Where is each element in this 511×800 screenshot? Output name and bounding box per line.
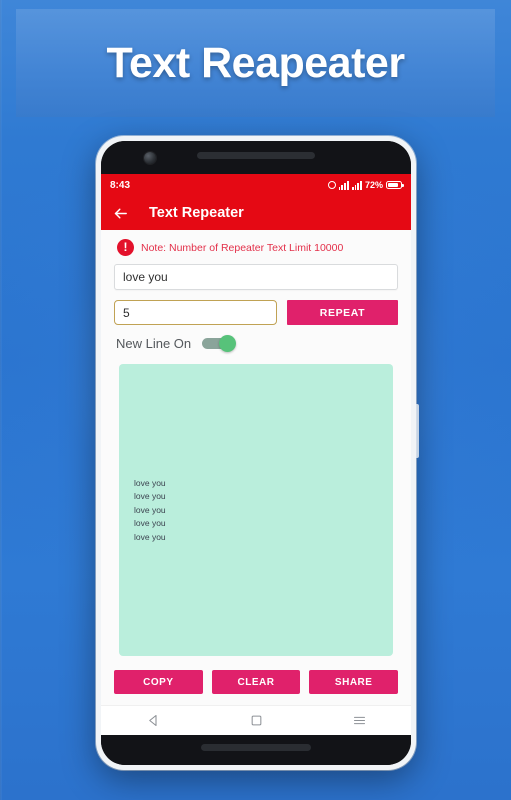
phone-top-bezel [101,141,411,174]
output-line: love you [134,491,166,501]
newline-toggle-switch[interactable] [202,335,237,352]
android-nav-bar [101,705,411,735]
output-line: love you [134,531,166,542]
output-area: love you love you love you love you love… [114,351,398,656]
output-lines: love you love you love you love you love… [134,478,166,543]
nav-home-square-icon[interactable] [250,714,263,727]
status-bar: 8:43 72% [101,174,411,196]
nav-back-triangle-icon[interactable] [146,713,161,728]
text-input-value: love you [123,270,168,284]
note-banner: ! Note: Number of Repeater Text Limit 10… [114,230,398,264]
phone-mockup: 8:43 72% Text Repeater ! Note: Number of… [96,136,419,770]
screenshot-root: Text Reapeater 8:43 72% Text Repeater ! … [0,0,511,800]
nav-menu-lines-icon[interactable] [352,713,367,728]
earpiece-speaker [197,152,315,159]
count-input[interactable]: 5 [114,300,277,325]
output-line: love you [134,477,166,488]
banner: Text Reapeater [16,9,495,117]
output-box[interactable]: love you love you love you love you love… [119,364,393,656]
count-input-value: 5 [123,305,130,320]
signal-bars-icon-2 [351,180,362,190]
signal-bars-icon [338,180,349,190]
battery-percent: 72% [364,180,383,190]
back-arrow-icon[interactable] [112,205,129,222]
alarm-circle-icon [327,181,336,189]
phone-side-button [416,404,419,458]
app-window: 8:43 72% Text Repeater ! Note: Number of… [101,174,411,735]
note-text: Note: Number of Repeater Text Limit 1000… [141,241,344,254]
banner-title: Text Reapeater [106,38,405,87]
repeat-row: 5 REPEAT [114,300,398,325]
output-line: love you [134,504,166,515]
bottom-speaker-grille [201,744,311,751]
phone-bottom-bezel [101,735,411,765]
app-content: ! Note: Number of Repeater Text Limit 10… [101,230,411,705]
phone-screen: 8:43 72% Text Repeater ! Note: Number of… [101,141,411,765]
share-button[interactable]: SHARE [309,670,399,694]
clear-button[interactable]: CLEAR [211,670,301,694]
battery-icon [386,181,404,189]
status-icons: 72% [327,180,404,190]
newline-toggle-label: New Line On [116,336,192,351]
newline-toggle-row[interactable]: New Line On [114,335,398,352]
app-bar-title: Text Repeater [149,205,244,221]
front-camera-icon [144,152,156,164]
status-time: 8:43 [110,179,131,191]
copy-button[interactable]: COPY [114,670,203,694]
app-bar: Text Repeater [101,196,411,230]
exclamation-circle-icon: ! [117,239,134,256]
text-input[interactable]: love you [114,264,398,290]
repeat-button[interactable]: REPEAT [287,300,398,325]
toggle-thumb [219,335,237,352]
action-buttons: COPY CLEAR SHARE [114,656,399,705]
output-line: love you [134,518,166,528]
